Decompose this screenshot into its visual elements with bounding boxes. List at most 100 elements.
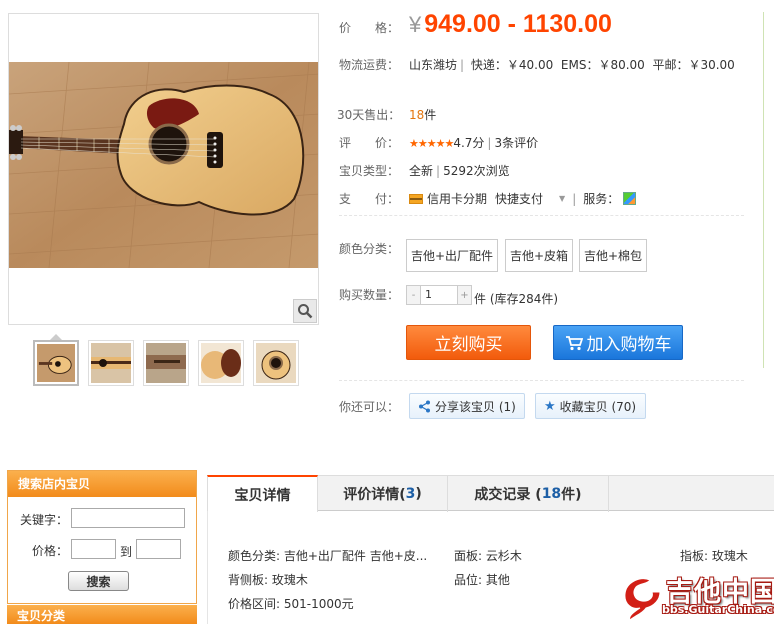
thumbnail-3[interactable] — [143, 340, 189, 386]
quantity-stepper: - 1 + — [406, 285, 472, 305]
type-views: 5292次浏览 — [443, 164, 510, 178]
thumbnail-1[interactable] — [33, 340, 79, 386]
stock-text: 件 (库存284件) — [474, 292, 559, 306]
tab-reviews[interactable]: 评价详情(3) — [318, 476, 448, 512]
rating-score: 4.7分 — [453, 136, 485, 150]
favorite-button[interactable]: ★ 收藏宝贝 (70) — [535, 393, 646, 419]
type-label: 宝贝类型： — [339, 164, 400, 178]
tab-transactions-unit: 件) — [561, 487, 582, 503]
quick-pay-link[interactable]: 快捷支付 — [495, 190, 543, 207]
sold-unit: 件 — [424, 108, 437, 122]
sku-option-2[interactable]: 吉他+皮箱 — [505, 239, 573, 272]
watermark: 吉他中国 bbs.GuitarChina.com — [618, 570, 774, 624]
keyword-label: 关键字： — [20, 513, 69, 527]
price-min-input[interactable] — [71, 539, 116, 559]
service-label: 服务： — [583, 192, 620, 206]
thumbnail-2[interactable] — [88, 340, 134, 386]
also-label: 你还可以： — [339, 400, 400, 414]
price-to-label: 到 — [120, 545, 133, 559]
add-to-cart-label: 加入购物车 — [586, 335, 672, 355]
rating-stars-icon: ★★★★★ — [409, 137, 454, 150]
guitar-logo-icon — [624, 578, 661, 621]
dropdown-icon[interactable]: ▼ — [559, 194, 565, 203]
rating-reviews-link[interactable]: 3条评价 — [494, 136, 538, 150]
side-panel-edge — [763, 12, 774, 368]
cart-icon — [565, 335, 583, 350]
watermark-url: bbs.GuitarChina.com — [662, 603, 774, 616]
sold-info: 18件 — [409, 106, 436, 123]
share-button[interactable]: 分享该宝贝 (1) — [409, 393, 525, 419]
sold-label: 30天售出： — [337, 108, 401, 122]
attr-fingerboard: 指板: 玫瑰木 — [680, 549, 748, 563]
guitar-thumbnail — [146, 343, 186, 383]
price-label: 价 格： — [339, 21, 400, 35]
section-divider — [339, 215, 744, 216]
shop-search-button[interactable]: 搜索 — [68, 571, 129, 591]
share-icon — [419, 400, 430, 412]
shipping-ems: EMS：￥80.00 — [560, 58, 645, 72]
price-range: 949.00 - 1130.00 — [424, 10, 612, 38]
price-max-input[interactable] — [136, 539, 181, 559]
section-divider — [339, 380, 744, 381]
installment-link[interactable]: 信用卡分期 — [427, 190, 487, 207]
payment-info: 信用卡分期 快捷支付 ▼ | 服务： — [409, 190, 637, 207]
sku-option-1[interactable]: 吉他+出厂配件 — [406, 239, 498, 272]
magnifier-icon — [298, 304, 313, 319]
attr-color: 颜色分类: 吉他+出厂配件 吉他+皮... — [228, 549, 428, 563]
tab-transactions-label: 成交记录 ( — [474, 487, 542, 503]
thumbnail-5[interactable] — [253, 340, 299, 386]
attr-price-range: 价格区间: 501-1000元 — [228, 597, 354, 611]
credit-card-icon — [409, 193, 423, 204]
guitar-photo — [9, 61, 318, 269]
quantity-input[interactable]: 1 — [420, 286, 458, 304]
service-icon[interactable] — [623, 192, 637, 205]
guitar-thumbnail — [256, 343, 296, 383]
rating-label: 评 价： — [339, 136, 400, 150]
quantity-label: 购买数量： — [339, 288, 400, 302]
tab-transactions-count: 18 — [541, 486, 562, 502]
guitar-thumbnail — [201, 343, 241, 383]
type-value: 全新 — [409, 164, 434, 178]
tab-reviews-count: 3 — [405, 486, 416, 502]
sold-count[interactable]: 18 — [409, 108, 424, 122]
buy-now-button[interactable]: 立刻购买 — [406, 325, 531, 360]
product-main-image[interactable] — [8, 13, 319, 325]
shipping-express: 快递：￥40.00 — [470, 58, 554, 72]
quantity-decrease-button[interactable]: - — [407, 286, 420, 304]
divider: | — [436, 164, 441, 178]
star-icon: ★ — [544, 398, 556, 414]
thumbnail-4[interactable] — [198, 340, 244, 386]
currency-symbol: ¥ — [409, 12, 422, 37]
color-label: 颜色分类： — [339, 242, 400, 256]
price-filter-label: 价格： — [32, 544, 69, 558]
detail-tabbar: 宝贝详情 评价详情(3) 成交记录 (18 件) — [207, 475, 774, 512]
tab-transactions[interactable]: 成交记录 (18 件) — [448, 476, 609, 512]
favorite-label: 收藏宝贝 (70) — [559, 399, 637, 414]
tab-reviews-close: ) — [415, 486, 422, 502]
content-border — [207, 511, 208, 624]
sku-option-3[interactable]: 吉他+棉包 — [579, 239, 647, 272]
guitar-thumbnail — [91, 343, 131, 383]
price-value: ¥949.00 - 1130.00 — [409, 10, 612, 39]
shipping-regular: 平邮：￥30.00 — [652, 58, 735, 72]
divider: | — [460, 58, 465, 72]
shipping-info: 山东潍坊 | 快递：￥40.00 EMS：￥80.00 平邮：￥30.00 — [409, 56, 735, 73]
guitar-thumbnail — [37, 344, 75, 382]
divider: | — [487, 136, 492, 150]
divider: | — [572, 191, 577, 206]
shipping-origin[interactable]: 山东潍坊 — [409, 58, 457, 72]
shop-search-panel: 搜索店内宝贝 关键字： 价格： 到 搜索 — [7, 470, 197, 604]
rating-info: ★★★★★4.7分 | 3条评价 — [409, 134, 538, 151]
shop-search-title: 搜索店内宝贝 — [8, 471, 196, 497]
zoom-button[interactable] — [293, 299, 317, 323]
add-to-cart-button[interactable]: 加入购物车 — [553, 325, 683, 360]
share-label: 分享该宝贝 (1) — [435, 399, 516, 414]
tab-item-details[interactable]: 宝贝详情 — [207, 475, 318, 512]
attr-brand: 品位: 其他 — [454, 573, 510, 587]
keyword-input[interactable] — [71, 508, 185, 528]
attr-back-side: 背侧板: 玫瑰木 — [228, 573, 308, 587]
category-title: 宝贝分类 — [7, 605, 197, 624]
type-info: 全新 | 5292次浏览 — [409, 162, 510, 179]
quantity-increase-button[interactable]: + — [458, 286, 471, 304]
payment-label: 支 付： — [339, 192, 400, 206]
